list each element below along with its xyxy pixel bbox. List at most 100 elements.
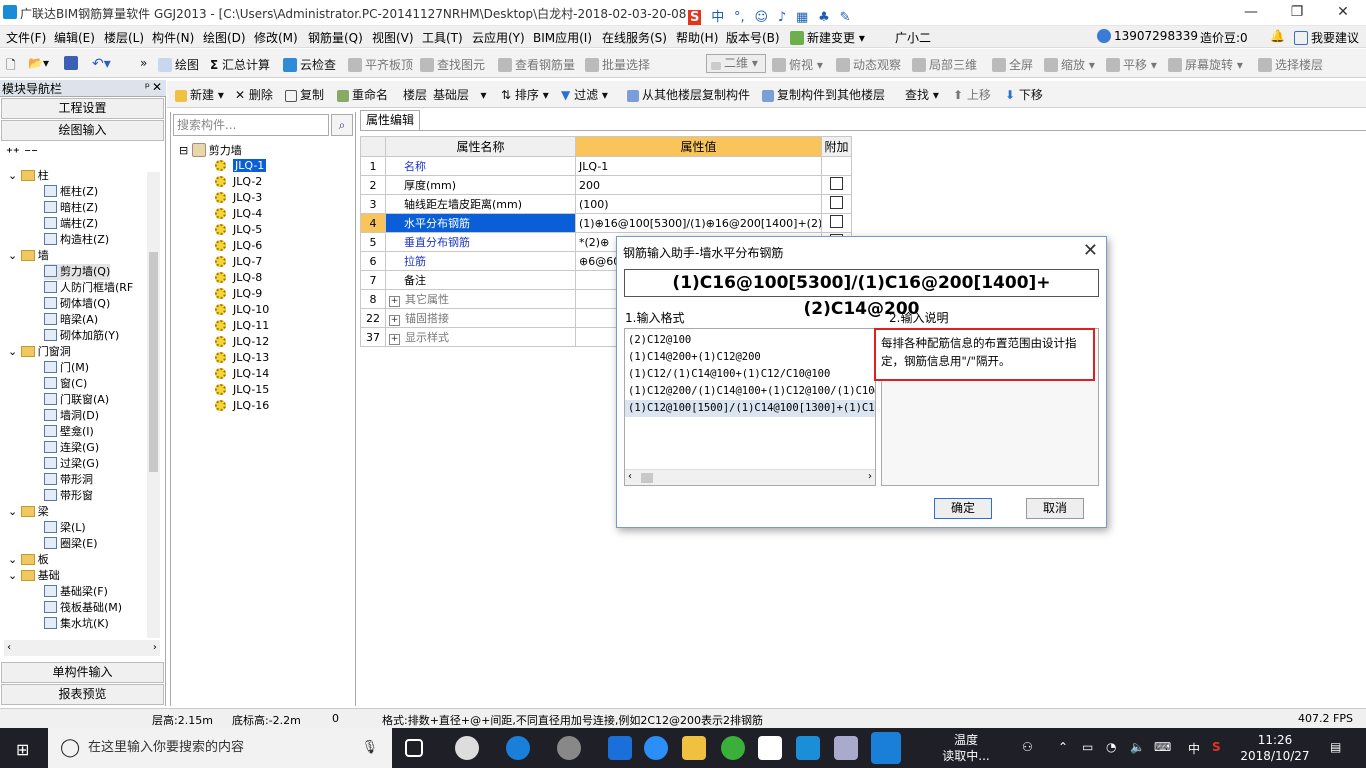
app-icon-4[interactable] — [834, 736, 858, 760]
tree-item[interactable]: 集水坑(K) — [44, 616, 109, 632]
menu-view[interactable]: 视图(V) — [372, 29, 414, 46]
format-list-hscroll[interactable]: ‹ › — [625, 469, 875, 485]
select-floor-button[interactable]: 选择楼层 — [1258, 56, 1323, 73]
expand-all-icon[interactable]: ⁺⁺ ⁻⁻ — [6, 146, 38, 161]
extra-checkbox[interactable] — [830, 177, 843, 190]
property-value[interactable]: JLQ-1 — [575, 156, 822, 176]
ok-button[interactable]: 确定 — [934, 498, 992, 519]
people-icon[interactable]: ⚇ — [1022, 740, 1033, 754]
component-item[interactable]: JLQ-3 — [215, 190, 262, 206]
menu-assistant[interactable]: 广小二 — [895, 29, 931, 46]
tree-item[interactable]: 框柱(Z) — [44, 184, 98, 200]
explorer-icon[interactable] — [682, 736, 706, 760]
app-icon-3[interactable] — [721, 736, 745, 760]
edge-icon[interactable] — [608, 736, 632, 760]
tree-item[interactable]: 剪力墙(Q) — [44, 264, 111, 280]
component-item[interactable]: JLQ-8 — [215, 270, 262, 286]
copy-button[interactable]: 复制 — [285, 86, 324, 103]
find-button[interactable]: 查找 ▾ — [905, 86, 939, 103]
tray-icon-1[interactable]: ▭ — [1082, 740, 1093, 754]
rename-button[interactable]: 重命名 — [337, 86, 388, 103]
tree-item[interactable]: 连梁(G) — [44, 440, 99, 456]
ggj-app-icon[interactable] — [871, 732, 901, 764]
copy-to-floor-button[interactable]: 复制构件到其他楼层 — [762, 86, 885, 103]
format-item[interactable]: (1)C12@200/(1)C14@100+(1)C12@100/(1)C10@… — [625, 383, 875, 400]
tree-vscroll[interactable] — [147, 172, 160, 638]
component-item[interactable]: JLQ-1 — [215, 158, 267, 174]
extra-checkbox[interactable] — [830, 215, 843, 228]
menu-edit[interactable]: 编辑(E) — [54, 29, 95, 46]
more-icon[interactable]: » — [140, 56, 147, 70]
ime-skin-icon[interactable]: ♣ — [818, 10, 830, 25]
windows-start-icon[interactable]: ⊞ — [16, 740, 29, 759]
component-item[interactable]: JLQ-9 — [215, 286, 262, 302]
sum-button[interactable]: Σ 汇总计算 — [210, 56, 270, 73]
pin-icon[interactable]: ᵖ — [145, 80, 150, 94]
sogou-tray-icon[interactable]: S — [1212, 740, 1221, 754]
tree-item[interactable]: 门联窗(A) — [44, 392, 109, 408]
format-item[interactable]: (1)C12/(1)C14@100+(1)C12/C10@100 — [625, 366, 875, 383]
sort-button[interactable]: ⇅ 排序 ▾ — [501, 86, 549, 103]
maximize-button[interactable]: ❐ — [1274, 0, 1320, 26]
menu-new-change[interactable]: 新建变更 ▾ — [790, 29, 865, 46]
fan-app-icon[interactable] — [455, 736, 479, 760]
menu-modify[interactable]: 修改(M) — [254, 29, 298, 46]
zoom-button[interactable]: 缩放 ▾ — [1044, 56, 1095, 73]
component-item[interactable]: JLQ-11 — [215, 318, 269, 334]
menu-rebar[interactable]: 钢筋量(Q) — [308, 29, 363, 46]
account-phone[interactable]: 13907298339 — [1097, 29, 1198, 43]
tree-item[interactable]: 带形洞 — [44, 472, 93, 488]
tree-item[interactable]: 人防门框墙(RF — [44, 280, 133, 296]
app-icon-2[interactable] — [557, 736, 581, 760]
menu-tools[interactable]: 工具(T) — [422, 29, 463, 46]
ime-lang-icon[interactable]: 中 — [711, 6, 724, 25]
ime-tools-icon[interactable]: ✎ — [840, 10, 851, 25]
format-item[interactable]: (1)C14@200+(1)C12@200 — [625, 349, 875, 366]
extra-checkbox[interactable] — [830, 196, 843, 209]
tree-item[interactable]: 窗(C) — [44, 376, 87, 392]
network-icon[interactable]: ◔ — [1106, 740, 1116, 754]
tree-item[interactable]: 暗柱(Z) — [44, 200, 98, 216]
property-value[interactable]: (100) — [575, 194, 822, 214]
dynamic-view-button[interactable]: 动态观察 — [836, 56, 901, 73]
tray-up-icon[interactable]: ⌃ — [1058, 740, 1068, 754]
bell-icon[interactable]: 🔔 — [1270, 29, 1285, 43]
batch-select-button[interactable]: 批量选择 — [585, 56, 650, 73]
volume-icon[interactable]: 🔈 — [1130, 740, 1145, 754]
cloud-check-button[interactable]: 云检查 — [283, 56, 336, 73]
formula-input[interactable]: (1)C16@100[5300]/(1)C16@200[1400]+(2)C14… — [624, 269, 1099, 319]
format-list[interactable]: (2)C12@100 (1)C14@200+(1)C12@200 (1)C12/(1… — [624, 328, 876, 486]
panel-close-icon[interactable]: ✕ — [152, 80, 162, 94]
tree-folder[interactable]: ⌄ 板 — [8, 552, 49, 568]
tree-item[interactable]: 带形窗 — [44, 488, 93, 504]
property-value[interactable]: (1)⊕16@100[5300]/(1)⊕16@200[1400]+(2)⊕ — [575, 213, 822, 233]
component-item[interactable]: JLQ-4 — [215, 206, 262, 222]
expand-plus-icon[interactable]: + — [389, 334, 400, 345]
tree-item[interactable]: 筏板基础(M) — [44, 600, 122, 616]
view-mode-select[interactable]: 二维 ▾ — [706, 54, 766, 73]
filter-button[interactable]: ▼ 过滤 ▾ — [561, 86, 608, 103]
open-file-icon[interactable]: 📂▾ — [28, 56, 49, 70]
find-element-button[interactable]: 查找图元 — [420, 56, 485, 73]
tree-folder[interactable]: ⌄ 墙 — [8, 248, 49, 264]
undo-icon[interactable]: ↶▾ — [92, 56, 111, 72]
project-settings-button[interactable]: 工程设置 — [1, 98, 164, 119]
menu-floor[interactable]: 楼层(L) — [104, 29, 144, 46]
expand-plus-icon[interactable]: + — [389, 296, 400, 307]
taskbar-search-input[interactable]: ◯ 在这里输入你要搜索的内容 🎙 — [48, 728, 392, 768]
ie2-icon[interactable] — [644, 736, 668, 760]
ime-keyboard-icon[interactable]: ▦ — [796, 10, 808, 25]
component-item[interactable]: JLQ-10 — [215, 302, 269, 318]
fullscreen-button[interactable]: 全屏 — [992, 56, 1033, 73]
component-item[interactable]: JLQ-6 — [215, 238, 262, 254]
component-item[interactable]: JLQ-2 — [215, 174, 262, 190]
expand-plus-icon[interactable]: + — [389, 315, 400, 326]
menu-version[interactable]: 版本号(B) — [726, 29, 780, 46]
component-item[interactable]: JLQ-14 — [215, 366, 269, 382]
tree-item[interactable]: 端柱(Z) — [44, 216, 98, 232]
dialog-close-icon[interactable]: ✕ — [1083, 240, 1098, 261]
lang-indicator[interactable]: 中 — [1188, 740, 1200, 757]
notification-icon[interactable]: ▤ — [1330, 740, 1341, 754]
new-file-icon[interactable]: 🗋 — [6, 56, 16, 77]
format-item[interactable]: (1)C12@100[1500]/(1)C14@100[1300]+(1)C12… — [625, 400, 875, 417]
